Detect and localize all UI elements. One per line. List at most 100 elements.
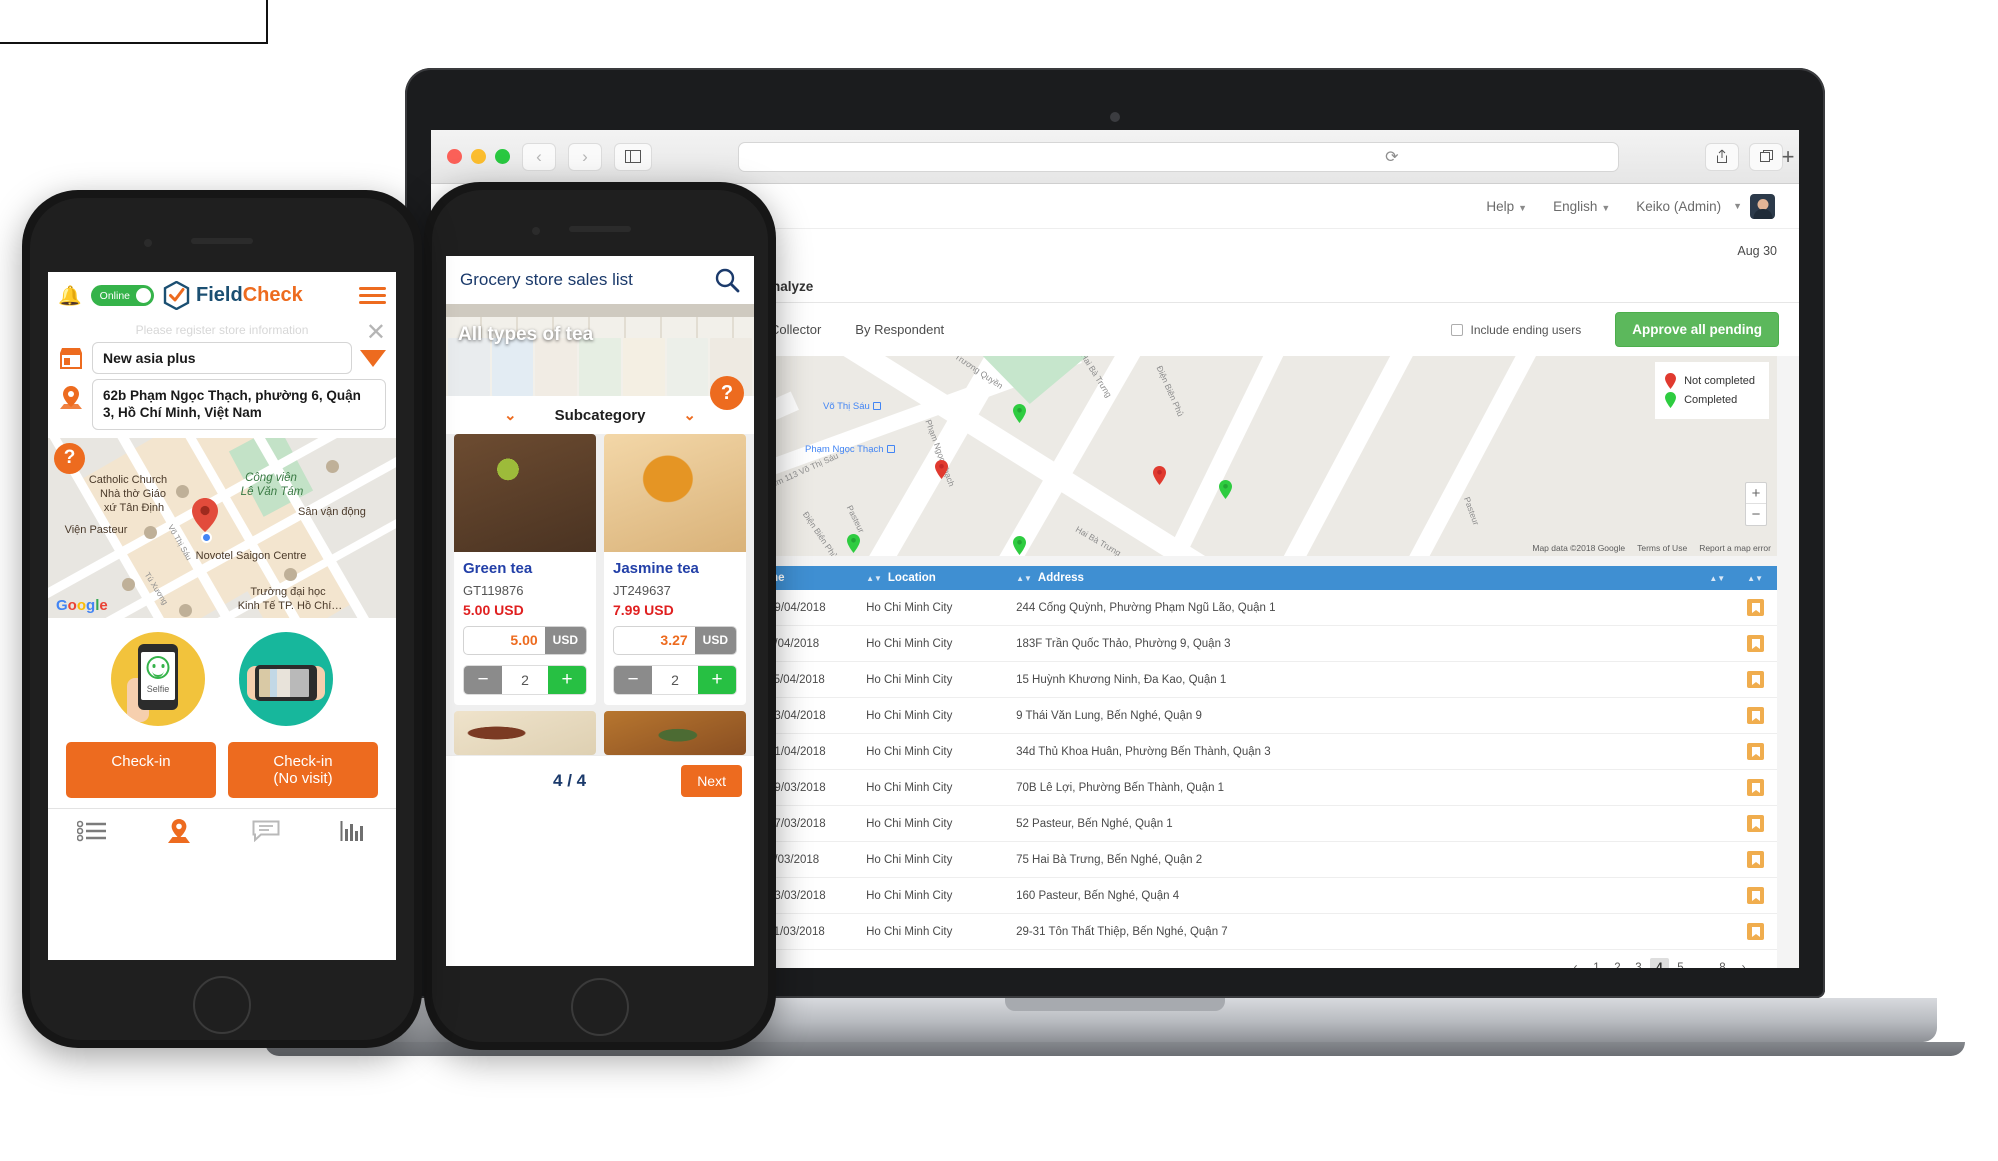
- bookmark-flag-button[interactable]: [1747, 887, 1765, 904]
- bookmark-flag-button[interactable]: [1747, 671, 1765, 688]
- cell-blank: [1701, 805, 1740, 842]
- increase-quantity-button[interactable]: +: [698, 666, 736, 694]
- page-button[interactable]: 8: [1713, 958, 1732, 969]
- page-button[interactable]: 2: [1608, 958, 1627, 969]
- maximize-window-button[interactable]: [495, 149, 510, 164]
- quantity-stepper[interactable]: − 2 +: [613, 665, 737, 695]
- avatar[interactable]: [1750, 193, 1775, 219]
- bookmark-flag-button[interactable]: [1747, 743, 1765, 760]
- search-icon[interactable]: [714, 267, 740, 293]
- help-badge[interactable]: ?: [710, 376, 744, 410]
- quantity-value[interactable]: 2: [652, 666, 698, 694]
- include-ending-users-checkbox[interactable]: Include ending users: [1451, 323, 1581, 337]
- th-address[interactable]: ▲▼ Address: [1008, 566, 1702, 590]
- map-zoom-out-button[interactable]: −: [1746, 504, 1766, 525]
- map-zoom-controls[interactable]: + −: [1745, 482, 1767, 526]
- price-input[interactable]: 3.27: [614, 627, 695, 654]
- product-card[interactable]: [604, 711, 746, 755]
- price-input-group[interactable]: 5.00 USD: [463, 626, 587, 655]
- help-menu[interactable]: Help ▼: [1486, 199, 1527, 214]
- online-toggle[interactable]: Online: [90, 285, 155, 306]
- th-extra-1[interactable]: ▲▼: [1701, 566, 1740, 590]
- tab-list[interactable]: [48, 818, 135, 849]
- checkbox-icon[interactable]: [1451, 323, 1464, 336]
- window-traffic-lights[interactable]: [447, 149, 510, 164]
- checkin-illustrations: Selfie: [48, 631, 396, 726]
- map-pin-current-store[interactable]: [192, 497, 218, 532]
- language-menu[interactable]: English ▼: [1553, 199, 1610, 214]
- page-next-button[interactable]: ›: [1734, 958, 1753, 969]
- share-icon[interactable]: [1705, 142, 1739, 171]
- bookmark-flag-button[interactable]: [1747, 851, 1765, 868]
- pagination[interactable]: ‹ 1 2 3 4 5... 8 ›: [1566, 958, 1753, 968]
- store-address-input[interactable]: 62b Phạm Ngọc Thạch, phường 6, Quận 3, H…: [92, 379, 386, 430]
- tab-chat[interactable]: [222, 818, 309, 849]
- quantity-value[interactable]: 2: [502, 666, 548, 694]
- price-input[interactable]: 5.00: [464, 627, 545, 654]
- phone-home-button[interactable]: [193, 976, 251, 1034]
- page-button[interactable]: ...: [1692, 958, 1711, 969]
- store-name-input[interactable]: New asia plus: [92, 342, 352, 374]
- page-button-active[interactable]: 4: [1650, 958, 1669, 968]
- map-pin-completed[interactable]: [1013, 404, 1026, 423]
- sort-icon: ▲▼: [1709, 574, 1726, 583]
- bookmark-flag-button[interactable]: [1747, 923, 1765, 940]
- decrease-quantity-button[interactable]: −: [614, 666, 652, 694]
- bookmark-flag-button[interactable]: [1747, 599, 1765, 616]
- close-icon[interactable]: ✕: [366, 321, 386, 345]
- new-tab-button[interactable]: +: [1775, 143, 1799, 171]
- bookmark-flag-button[interactable]: [1747, 815, 1765, 832]
- back-button[interactable]: ‹: [522, 142, 556, 171]
- decrease-quantity-button[interactable]: −: [464, 666, 502, 694]
- bookmark-flag-button[interactable]: [1747, 635, 1765, 652]
- subcategory-bar[interactable]: ⌄ Subcategory ⌄: [446, 396, 754, 434]
- page-button[interactable]: 1: [1587, 958, 1606, 969]
- th-extra-2[interactable]: ▲▼: [1739, 566, 1777, 590]
- map-pin-not-completed[interactable]: [935, 460, 948, 479]
- reload-icon[interactable]: ⟳: [1385, 147, 1398, 167]
- user-menu[interactable]: Keiko (Admin) ▼: [1636, 193, 1775, 219]
- subtab-by-respondent[interactable]: By Respondent: [855, 322, 944, 337]
- sales-list-title: Grocery store sales list: [460, 270, 633, 289]
- th-location[interactable]: ▲▼ Location: [858, 566, 1009, 590]
- map-pin-not-completed[interactable]: [1153, 466, 1166, 485]
- price-input-group[interactable]: 3.27 USD: [613, 626, 737, 655]
- map-terms-link[interactable]: Terms of Use: [1637, 543, 1687, 553]
- phone-camera-icon: [532, 227, 540, 235]
- check-in-button[interactable]: Check-in: [66, 741, 216, 799]
- page-prev-button[interactable]: ‹: [1566, 958, 1585, 969]
- store-map[interactable]: ? Catholic Church Nhà thờ Giáo xứ Tân Đị…: [48, 437, 396, 618]
- address-bar[interactable]: ⟳: [738, 141, 1619, 172]
- bell-icon[interactable]: 🔔: [58, 284, 82, 308]
- bookmark-flag-button[interactable]: [1747, 779, 1765, 796]
- hamburger-menu-icon[interactable]: [359, 287, 386, 304]
- map-pin-completed[interactable]: [1013, 536, 1026, 555]
- check-in-no-visit-button[interactable]: Check-in (No visit): [228, 741, 378, 799]
- map-pin-completed[interactable]: [1219, 480, 1232, 499]
- bookmark-flag-button[interactable]: [1747, 707, 1765, 724]
- sort-icon: ▲▼: [1016, 574, 1032, 583]
- phone-home-button[interactable]: [571, 978, 629, 1036]
- increase-quantity-button[interactable]: +: [548, 666, 586, 694]
- quantity-stepper[interactable]: − 2 +: [463, 665, 587, 695]
- forward-button[interactable]: ›: [568, 142, 602, 171]
- product-card[interactable]: Jasmine tea JT249637 7.99 USD 3.27 USD −…: [604, 434, 746, 705]
- help-badge[interactable]: ?: [54, 442, 85, 474]
- tab-reports[interactable]: [309, 818, 396, 849]
- photo-illustration[interactable]: [239, 631, 333, 726]
- minimize-window-button[interactable]: [471, 149, 486, 164]
- product-card[interactable]: [454, 711, 596, 755]
- sidebar-icon[interactable]: [614, 142, 652, 171]
- page-button[interactable]: 5: [1671, 958, 1690, 969]
- map-report-link[interactable]: Report a map error: [1699, 543, 1771, 553]
- approve-all-pending-button[interactable]: Approve all pending: [1615, 312, 1779, 347]
- selfie-illustration[interactable]: Selfie: [111, 631, 205, 726]
- map-zoom-in-button[interactable]: +: [1746, 483, 1766, 504]
- map-pin-completed[interactable]: [847, 534, 860, 553]
- close-window-button[interactable]: [447, 149, 462, 164]
- chevron-down-icon[interactable]: [360, 349, 386, 367]
- product-card[interactable]: Green tea GT119876 5.00 USD 5.00 USD − 2…: [454, 434, 596, 705]
- page-button[interactable]: 3: [1629, 958, 1648, 969]
- tab-map[interactable]: [135, 818, 222, 849]
- next-button[interactable]: Next: [681, 765, 742, 797]
